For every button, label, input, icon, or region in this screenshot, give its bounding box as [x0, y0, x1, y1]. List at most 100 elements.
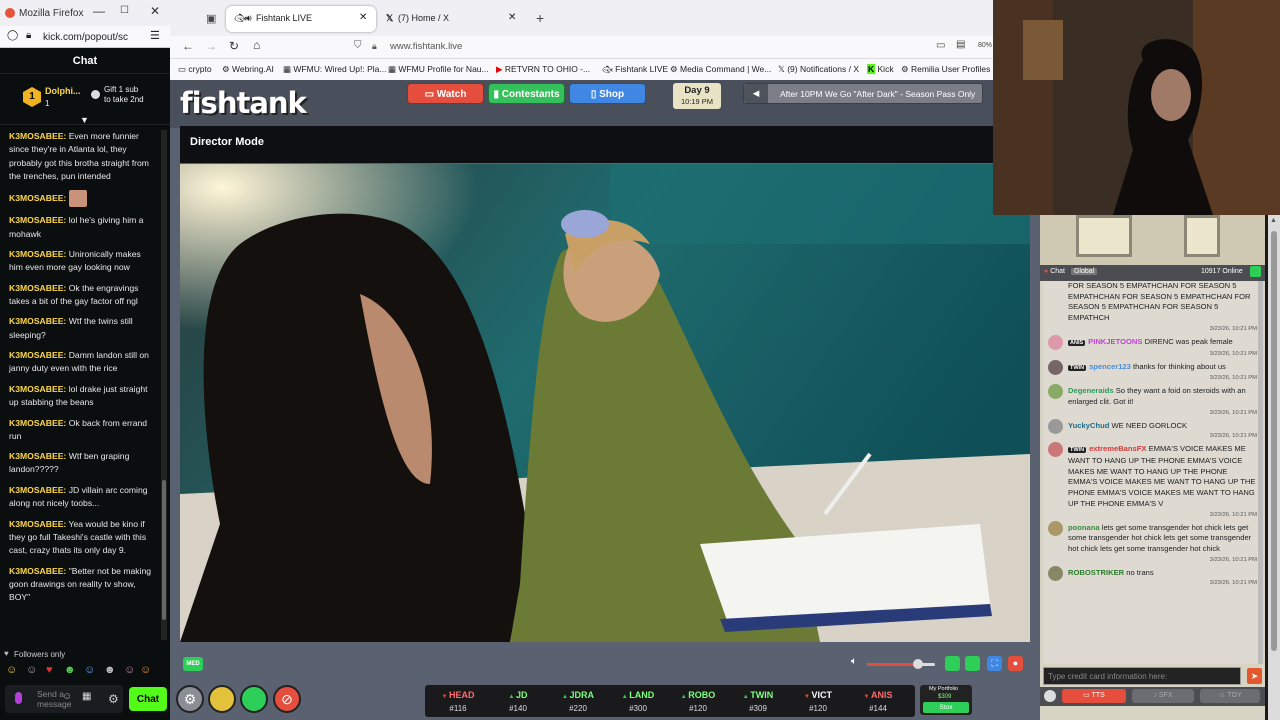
coins-button[interactable] [208, 685, 236, 713]
avatar[interactable] [1048, 359, 1063, 375]
clip-icon[interactable] [945, 656, 960, 671]
speaker-icon[interactable]: 🔊︎ [246, 13, 252, 24]
volume-slider[interactable] [867, 659, 935, 669]
avatar[interactable] [1048, 418, 1063, 434]
send-icon[interactable]: ➤ [1247, 668, 1262, 684]
volume-icon[interactable]: 🔈︎ [851, 656, 857, 667]
kick-pinned-gifter[interactable]: 1 Dolphi... 1 Gift 1 sub to take 2nd ▼ [0, 75, 170, 125]
bookmark-fishtank[interactable]: 🐟︎ Fishtank LIVE [602, 64, 668, 75]
avatar[interactable] [1048, 334, 1063, 350]
avatar[interactable] [1048, 384, 1063, 400]
stocks-button[interactable] [240, 685, 268, 713]
avatar[interactable] [1048, 565, 1063, 581]
quality-badge[interactable]: MED [183, 657, 203, 671]
fullscreen-icon[interactable]: ⛶ [987, 656, 1002, 671]
chat-scrollbar[interactable] [1258, 281, 1263, 664]
toy-button[interactable]: ☺ TOY [1200, 689, 1260, 703]
kick-chat-username[interactable]: K3MOSABEE: [9, 384, 66, 394]
contestant-stock-vict[interactable]: ▼ VICT #120 [788, 687, 848, 715]
shield-icon[interactable]: ⛉ [354, 40, 362, 51]
live-video-feed[interactable] [180, 164, 1030, 642]
kick-chat-username[interactable]: K3MOSABEE: [9, 215, 66, 225]
zoom-level[interactable]: 80% [978, 42, 992, 49]
bookmark-media-command[interactable]: ⚙ Media Command | We... [670, 64, 771, 75]
stox-button[interactable]: Stox [923, 702, 969, 713]
contestant-stock-head[interactable]: ▼ HEAD #116 [428, 687, 488, 715]
chat-username[interactable]: extremeBansFX [1089, 444, 1146, 453]
menu-icon[interactable]: ☰ [150, 29, 160, 42]
chat-username[interactable]: spencer123 [1089, 362, 1131, 371]
sfx-button[interactable]: ♪ SFX [1132, 689, 1194, 703]
bookmark-notifications-x[interactable]: 𝕏 (9) Notifications / X [778, 64, 859, 75]
emote-icon[interactable]: ☺ [140, 664, 151, 676]
scroll-up-icon[interactable]: ▲ [1270, 217, 1277, 224]
ticker-back-icon[interactable]: ◀ [744, 84, 768, 103]
tab-overview-icon[interactable]: ▣ [206, 12, 216, 25]
bookmark-wfmu-profile[interactable]: ▦ WFMU Profile for Nau... [388, 64, 489, 75]
kick-chat-username[interactable]: K3MOSABEE: [9, 451, 66, 461]
kick-scrollbar-thumb[interactable] [162, 480, 166, 620]
volume-thumb[interactable] [913, 659, 923, 669]
portfolio-box[interactable]: My Portfolio $309 Stox [920, 685, 972, 715]
home-icon[interactable]: ⌂ [253, 38, 260, 52]
contestant-stock-twin[interactable]: ▲ TWIN #309 [728, 687, 788, 715]
kick-url-bar[interactable]: ◯ 🔒︎ kick.com/popout/sc ☰ [0, 26, 170, 48]
tab-chat[interactable]: Chat [1050, 268, 1065, 275]
emote-icon[interactable]: ☻ [104, 664, 116, 676]
forward-icon[interactable]: → [205, 39, 217, 53]
contestant-stock-robo[interactable]: ▲ ROBO #120 [668, 687, 728, 715]
reload-icon[interactable]: ↻ [229, 39, 239, 53]
bookmark-webring[interactable]: ⚙ Webring.AI [222, 64, 274, 75]
emote-icon[interactable]: ☻ [64, 664, 76, 676]
kick-chat-username[interactable]: K3MOSABEE: [9, 485, 66, 495]
bookmark-retvrn[interactable]: ▶ RETVRN TO OHIO -... [496, 64, 590, 75]
gift-box-icon[interactable]: ▦ [82, 691, 91, 702]
tab-global[interactable]: Global [1070, 268, 1098, 275]
contestants-button[interactable]: ▮ Contestants [488, 83, 565, 104]
contestant-stock-jd[interactable]: ▲ JD #140 [488, 687, 548, 715]
kick-chat-username[interactable]: K3MOSABEE: [9, 316, 66, 326]
emote-icon[interactable]: ♥ [46, 664, 53, 676]
contestant-stock-anis[interactable]: ▼ ANIS #144 [848, 687, 908, 715]
record-icon[interactable]: ● [1008, 656, 1023, 671]
kick-message-input[interactable]: Send a message ☺ ▦ [5, 685, 123, 713]
pip-icon[interactable] [965, 656, 980, 671]
chat-username[interactable]: Degeneraids [1068, 386, 1114, 395]
contestant-stock-land[interactable]: ▲ LAND #300 [608, 687, 668, 715]
tab-fishtank-live[interactable]: 🐟︎ 🔊︎ Fishtank LIVE ✕ [226, 6, 376, 32]
tab-close-icon[interactable]: ✕ [359, 12, 367, 23]
watch-button[interactable]: ▭ Watch [407, 83, 484, 104]
avatar[interactable] [1048, 442, 1063, 458]
emote-icon[interactable]: ☺ [6, 664, 17, 676]
kick-chat-username[interactable]: K3MOSABEE: [9, 193, 66, 203]
url-bar[interactable]: ⛉ 🔒︎ www.fishtank.live [354, 38, 930, 56]
kick-chat-username[interactable]: K3MOSABEE: [9, 283, 66, 293]
bookmark-kick[interactable]: K Kick [867, 64, 894, 74]
tab-home-x[interactable]: 𝕏 (7) Home / X ✕ [380, 6, 520, 32]
bookmark-crypto[interactable]: ▭ crypto [178, 64, 212, 75]
emote-icon[interactable]: ☺ [26, 664, 37, 676]
kick-chat-username[interactable]: K3MOSABEE: [9, 131, 66, 141]
kick-chat-username[interactable]: K3MOSABEE: [9, 519, 66, 529]
kick-chat-username[interactable]: K3MOSABEE: [9, 350, 66, 360]
contestant-stock-jdra[interactable]: ▲ JDRA #220 [548, 687, 608, 715]
close-icon[interactable]: ✕ [150, 4, 160, 18]
emoji-icon[interactable] [1044, 690, 1056, 702]
chat-username[interactable]: ROBOSTRIKER [1068, 568, 1124, 577]
maximize-icon[interactable]: ☐ [120, 5, 129, 16]
avatar[interactable] [1048, 520, 1063, 536]
kick-chat-username[interactable]: K3MOSABEE: [9, 418, 66, 428]
chat-username[interactable]: PINKJETOONS [1088, 337, 1142, 346]
emote-icon[interactable]: ☺ [84, 664, 95, 676]
kick-chat-send-button[interactable]: Chat [129, 687, 167, 711]
shop-button[interactable]: ▯ Shop [569, 83, 646, 104]
bookmark-remilia[interactable]: ⚙ Remilia User Profiles [901, 64, 990, 75]
gift-icon[interactable] [91, 90, 100, 99]
announcement-ticker[interactable]: ◀ After 10PM We Go "After Dark" - Season… [743, 83, 983, 104]
microphone-icon[interactable] [15, 692, 22, 704]
bookmark-wfmu-wired[interactable]: ▦ WFMU: Wired Up!: Pla... [283, 64, 386, 75]
no-entry-button[interactable]: ⊘ [273, 685, 301, 713]
settings-gear-button[interactable]: ⚙ [176, 685, 204, 713]
minimize-icon[interactable]: — [93, 4, 105, 18]
bookmark-star-icon[interactable]: ▤ [956, 39, 965, 50]
